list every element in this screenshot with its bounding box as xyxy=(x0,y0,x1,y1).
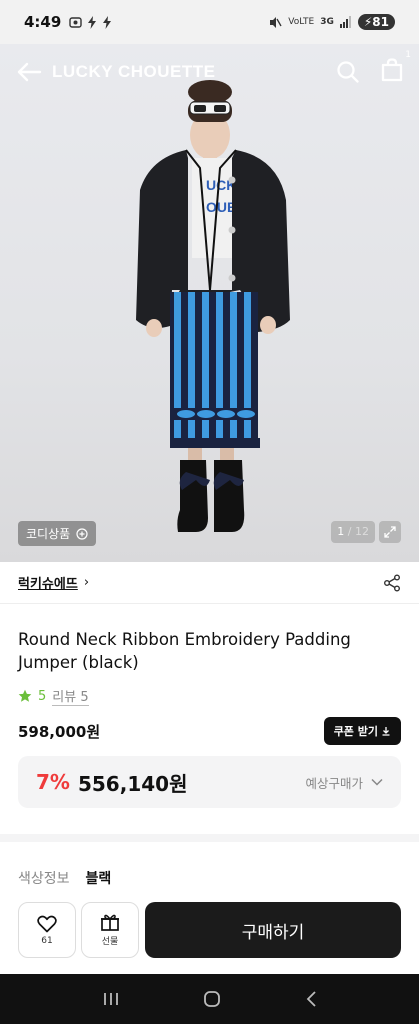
chevron-right-icon: › xyxy=(83,575,90,590)
flash-icon xyxy=(103,15,112,29)
page-indicator: 1 / 12 xyxy=(331,521,375,543)
coupon-button[interactable]: 쿠폰 받기 xyxy=(323,717,401,745)
discount-price: 556,140원 xyxy=(77,771,188,796)
coupon-label: 쿠폰 받기 xyxy=(333,725,378,738)
buy-button[interactable]: 구매하기 xyxy=(145,902,401,958)
heart-icon xyxy=(37,915,57,932)
gift-icon xyxy=(101,914,119,931)
rating-row[interactable]: 5 리뷰 5 xyxy=(18,686,89,706)
image-pager: 1 / 12 xyxy=(331,521,401,543)
status-bar: 4:49 VoLTE 3G ⚡81 xyxy=(0,0,419,44)
battery-indicator: ⚡81 xyxy=(357,14,395,30)
page-total: 12 xyxy=(355,525,369,538)
expected-price-toggle[interactable]: 예상구매가 xyxy=(305,773,383,792)
star-icon xyxy=(18,689,32,702)
gift-label: 선물 xyxy=(101,937,119,947)
cart-button[interactable]: 1 xyxy=(381,50,411,86)
volte-label: VoLTE xyxy=(288,17,315,27)
rating-score: 5 xyxy=(38,688,47,704)
section-divider xyxy=(0,834,419,842)
system-nav-bar xyxy=(0,974,419,1024)
expected-price-box[interactable]: 7% 556,140원 예상구매가 xyxy=(18,756,401,808)
status-right: VoLTE 3G ⚡81 xyxy=(269,14,395,30)
review-count-link[interactable]: 리뷰 5 xyxy=(52,686,89,706)
network-label: 3G xyxy=(320,17,334,27)
hero-actions: 1 xyxy=(337,50,411,86)
home-icon[interactable] xyxy=(203,990,221,1008)
brand-name-link[interactable]: 럭키슈에뜨 xyxy=(18,573,78,592)
flash-icon xyxy=(88,15,97,29)
recent-apps-icon[interactable] xyxy=(102,991,120,1007)
status-time: 4:49 xyxy=(24,13,62,31)
back-arrow-icon[interactable] xyxy=(16,62,42,82)
svg-text:OUE: OUE xyxy=(206,199,236,215)
notification-icons xyxy=(69,15,112,29)
brand-logo[interactable]: LUCKY CHOUETTE xyxy=(52,62,215,82)
signal-icon xyxy=(339,16,351,28)
plus-circle-icon xyxy=(76,527,88,540)
status-left: 4:49 xyxy=(24,13,112,31)
bottom-action-bar: 61 선물 구매하기 xyxy=(0,894,419,974)
coordi-products-button[interactable]: 코디상품 xyxy=(18,521,97,546)
expand-image-button[interactable] xyxy=(379,521,401,543)
share-icon[interactable] xyxy=(383,574,401,592)
download-icon xyxy=(382,727,390,736)
product-title: Round Neck Ribbon Embroidery Padding Jum… xyxy=(18,630,351,672)
gift-button[interactable]: 선물 xyxy=(81,902,139,958)
mute-icon xyxy=(270,16,282,28)
search-icon[interactable] xyxy=(337,61,359,83)
discount-percent: 7% xyxy=(36,770,70,794)
color-info-label: 색상정보 xyxy=(18,871,70,887)
color-info-value: 블랙 xyxy=(85,871,112,887)
back-icon[interactable] xyxy=(305,990,317,1008)
like-count: 61 xyxy=(41,935,53,946)
product-photo: UCK OUE xyxy=(136,80,290,532)
expected-label: 예상구매가 xyxy=(305,775,363,791)
expand-icon xyxy=(384,526,396,538)
screenshot-icon xyxy=(69,16,83,28)
battery-level: 81 xyxy=(372,15,389,29)
hero-topbar: LUCKY CHOUETTE 1 xyxy=(0,48,419,96)
color-info-row: 색상정보 블랙 xyxy=(18,868,111,888)
like-button[interactable]: 61 xyxy=(18,902,76,958)
original-price: 598,000원 xyxy=(18,722,101,741)
coordi-label: 코디상품 xyxy=(26,527,71,541)
shopping-bag-icon xyxy=(381,58,403,82)
chevron-down-icon xyxy=(371,778,383,786)
cart-count-badge: 1 xyxy=(405,50,411,60)
product-hero-image[interactable]: UCK OUE LUCKY CHOUETTE 1 코디상품 1 / 12 xyxy=(0,40,419,562)
brand-row: 럭키슈에뜨 › xyxy=(0,562,419,604)
price-row: 598,000원 쿠폰 받기 xyxy=(18,717,401,745)
